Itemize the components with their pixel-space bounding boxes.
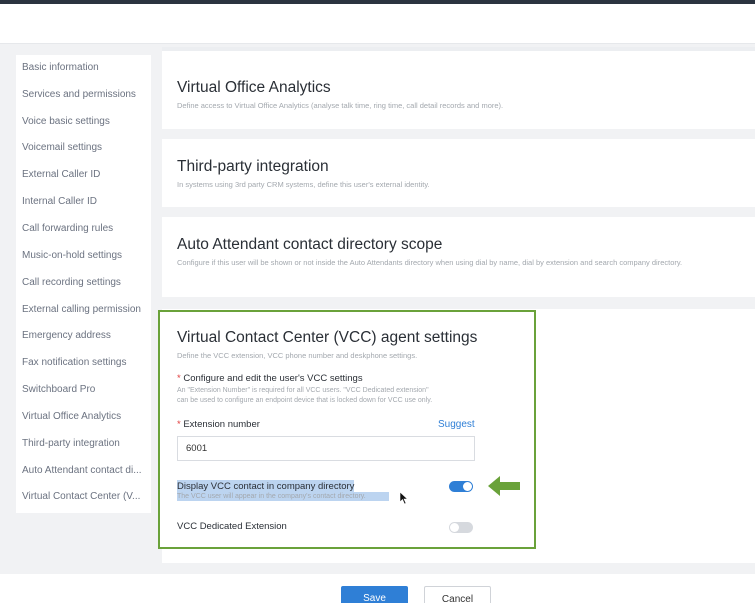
green-arrow-icon <box>488 476 520 496</box>
sidebar-item-virtual-contact-center[interactable]: Virtual Contact Center (V... <box>22 487 150 507</box>
required-mark: * <box>177 373 181 384</box>
vcc-dedicated-extension-toggle[interactable] <box>449 522 473 533</box>
extension-number-input[interactable] <box>177 436 475 461</box>
card-title: Auto Attendant contact directory scope <box>177 236 443 253</box>
sidebar-item-call-forwarding[interactable]: Call forwarding rules <box>22 219 150 239</box>
card-top-fade <box>162 47 755 51</box>
sidebar-item-internal-caller-id[interactable]: Internal Caller ID <box>22 192 150 212</box>
card-title: Virtual Office Analytics <box>177 79 331 96</box>
toggle-knob <box>463 482 472 491</box>
sidebar-item-emergency-address[interactable]: Emergency address <box>22 326 150 346</box>
action-footer: Save Cancel <box>0 574 755 603</box>
sidebar-item-fax-notification[interactable]: Fax notification settings <box>22 353 150 373</box>
card-virtual-office-analytics: Virtual Office Analytics Define access t… <box>162 47 755 129</box>
display-vcc-contact-toggle[interactable] <box>449 481 473 492</box>
sidebar-item-auto-attendant[interactable]: Auto Attendant contact di... <box>22 461 150 481</box>
vcc-dedicated-extension-label: VCC Dedicated Extension <box>177 521 287 532</box>
card-third-party-integration: Third-party integration In systems using… <box>162 139 755 207</box>
sidebar-item-external-calling-permission[interactable]: External calling permission <box>22 300 150 320</box>
sidebar-item-voicemail[interactable]: Voicemail settings <box>22 138 150 158</box>
sidebar-item-music-on-hold[interactable]: Music-on-hold settings <box>22 246 150 266</box>
card-description: Define access to Virtual Office Analytic… <box>177 101 504 110</box>
vcc-configure-label: * Configure and edit the user's VCC sett… <box>177 373 363 384</box>
card-auto-attendant-directory: Auto Attendant contact directory scope C… <box>162 217 755 297</box>
sidebar-item-call-recording[interactable]: Call recording settings <box>22 273 150 293</box>
display-vcc-contact-help: The VCC user will appear in the company'… <box>177 492 389 501</box>
sidebar-item-third-party-integration[interactable]: Third-party integration <box>22 434 150 454</box>
vcc-configure-help-1: An "Extension Number" is required for al… <box>177 387 429 394</box>
vcc-card-title: Virtual Contact Center (VCC) agent setti… <box>177 329 478 346</box>
extension-number-label: * Extension number <box>177 419 260 430</box>
card-description: In systems using 3rd party CRM systems, … <box>177 180 430 189</box>
sidebar-item-voice-basic[interactable]: Voice basic settings <box>22 112 150 132</box>
extension-label-text: Extension number <box>183 419 260 430</box>
cancel-button[interactable]: Cancel <box>424 586 491 603</box>
required-mark: * <box>177 419 181 430</box>
vcc-card-description: Define the VCC extension, VCC phone numb… <box>177 351 418 360</box>
sidebar-item-switchboard-pro[interactable]: Switchboard Pro <box>22 380 150 400</box>
card-description: Configure if this user will be shown or … <box>177 258 683 267</box>
sidebar-item-virtual-office-analytics[interactable]: Virtual Office Analytics <box>22 407 150 427</box>
sidebar-item-external-caller-id[interactable]: External Caller ID <box>22 165 150 185</box>
vcc-configure-help-2: can be used to configure an endpoint dev… <box>177 397 433 404</box>
mouse-cursor-icon <box>399 491 409 505</box>
settings-sidebar: Basic information Services and permissio… <box>16 55 151 513</box>
page-header <box>0 4 755 44</box>
configure-label-text: Configure and edit the user's VCC settin… <box>183 373 363 384</box>
suggest-link[interactable]: Suggest <box>438 419 475 430</box>
save-button[interactable]: Save <box>341 586 408 603</box>
card-title: Third-party integration <box>177 158 329 175</box>
vcc-settings-card: Virtual Contact Center (VCC) agent setti… <box>158 310 536 549</box>
toggle-knob <box>450 523 459 532</box>
sidebar-item-basic-information[interactable]: Basic information <box>22 58 150 78</box>
sidebar-item-services-permissions[interactable]: Services and permissions <box>22 85 150 105</box>
